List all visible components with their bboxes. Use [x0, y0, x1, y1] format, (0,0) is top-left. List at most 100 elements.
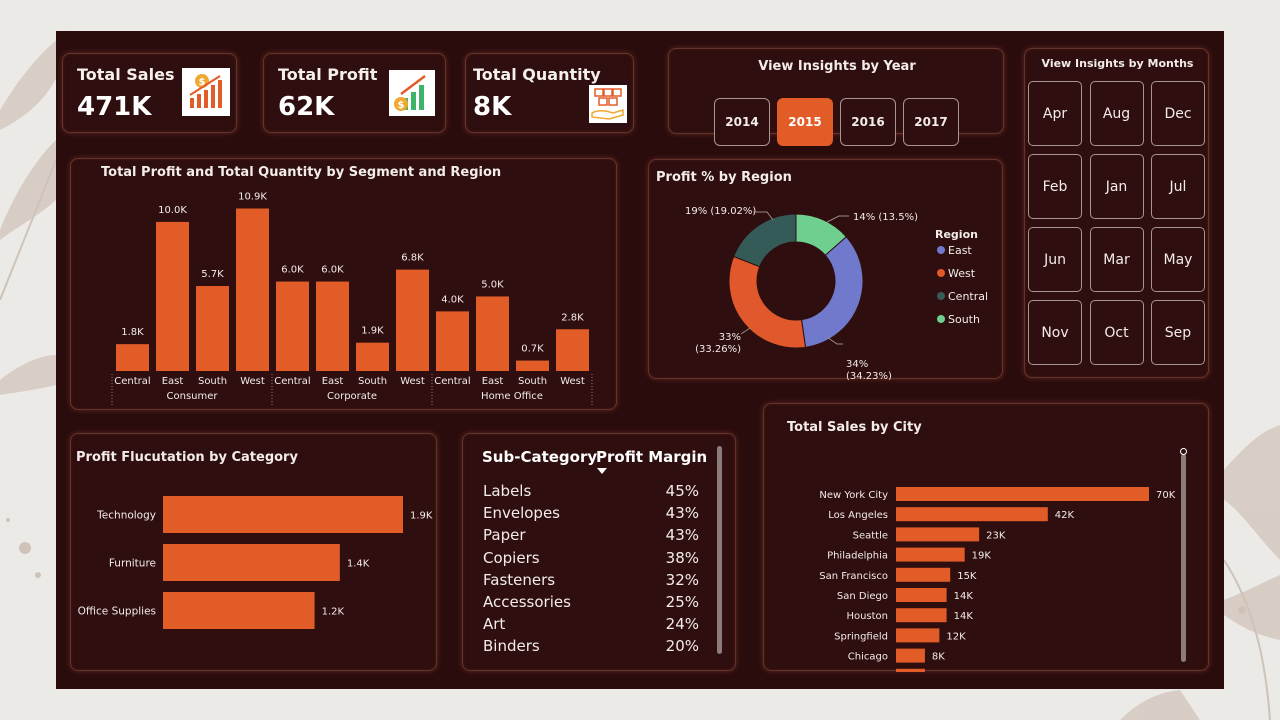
segment-bar[interactable]: [516, 360, 549, 371]
year-button-2017[interactable]: 2017: [903, 98, 959, 146]
segment-bar-label: 6.0K: [281, 265, 304, 276]
month-button-apr[interactable]: Apr: [1028, 81, 1082, 146]
legend-item-south[interactable]: South: [948, 313, 980, 326]
region-tick-label: South: [198, 376, 227, 387]
legend-dot-west: [937, 269, 945, 277]
city-value-label: 15K: [957, 571, 977, 582]
segment-region-chart-panel: Total Profit and Total Quantity by Segme…: [70, 158, 617, 410]
category-label: Furniture: [109, 558, 156, 570]
city-bar[interactable]: [896, 608, 947, 623]
category-bar[interactable]: [163, 544, 340, 581]
donut-slice-central[interactable]: [733, 213, 797, 268]
donut-slice-east[interactable]: [800, 235, 864, 348]
table-row[interactable]: Art 24%: [483, 615, 699, 637]
segment-bar[interactable]: [356, 342, 389, 371]
city-label: Seattle: [853, 530, 888, 541]
boxes-hand-icon: [589, 85, 627, 123]
legend-item-east[interactable]: East: [948, 244, 972, 257]
segment-bar[interactable]: [156, 221, 189, 371]
table-scrollbar[interactable]: [717, 446, 722, 654]
donut-leader-line: [826, 215, 849, 223]
table-row[interactable]: Paper 43%: [483, 526, 699, 548]
legend-title: Region: [935, 228, 978, 241]
city-bar[interactable]: [896, 588, 947, 602]
subcategory-name: Paper: [483, 526, 526, 545]
legend-item-central[interactable]: Central: [948, 290, 988, 303]
table-row[interactable]: Accessories 25%: [483, 593, 699, 615]
table-row[interactable]: Copiers 38%: [483, 549, 699, 571]
legend-item-west[interactable]: West: [948, 267, 976, 280]
city-bar[interactable]: [896, 507, 1048, 522]
segment-bar[interactable]: [436, 311, 469, 371]
subcategory-name: Envelopes: [483, 504, 560, 523]
subcategory-table: Sub-Category Profit Margin Labels 45% Enve…: [462, 433, 736, 671]
month-slicer: View Insights by Months Apr Aug Dec Feb Jan J…: [1024, 48, 1209, 378]
region-tick-label: East: [322, 376, 344, 387]
table-row[interactable]: Binders 20%: [483, 637, 699, 659]
month-button-mar[interactable]: Mar: [1089, 227, 1144, 292]
profit-margin-value: 38%: [665, 548, 699, 567]
city-value-label: 19K: [972, 551, 992, 562]
month-button-may[interactable]: May: [1151, 227, 1205, 292]
segment-bar-label: 2.8K: [561, 312, 584, 323]
segment-region-bar-chart: 1.8K Central 10.0K East 5.7K South 10.9K West 6.…: [111, 191, 593, 407]
segment-bar-label: 5.0K: [481, 279, 504, 290]
city-bar[interactable]: [896, 567, 951, 582]
month-button-dec[interactable]: Dec: [1151, 81, 1205, 146]
segment-bar[interactable]: [116, 344, 149, 371]
region-tick-label: Central: [274, 376, 310, 387]
legend-dot-south: [937, 315, 945, 323]
month-slicer-title: View Insights by Months: [1041, 57, 1194, 70]
segment-bar[interactable]: [476, 296, 509, 371]
profit-margin-value: 20%: [665, 637, 699, 656]
city-value-label: 70K: [1156, 490, 1176, 501]
city-bar[interactable]: [896, 648, 925, 663]
category-bar[interactable]: [163, 496, 403, 533]
segment-bar[interactable]: [396, 269, 429, 371]
city-value-label: 12K: [946, 631, 966, 642]
month-button-sep[interactable]: Sep: [1151, 300, 1205, 365]
category-value-label: 1.4K: [347, 559, 370, 570]
month-button-jun[interactable]: Jun: [1028, 227, 1082, 292]
table-row[interactable]: Fasteners 32%: [483, 571, 699, 593]
table-header-subcategory[interactable]: Sub-Category: [482, 448, 597, 466]
month-button-aug[interactable]: Aug: [1089, 81, 1144, 146]
city-bar[interactable]: [896, 487, 1149, 501]
profit-margin-value: 32%: [665, 570, 699, 589]
month-button-feb[interactable]: Feb: [1028, 154, 1082, 219]
year-button-2016[interactable]: 2016: [840, 98, 896, 146]
city-chart-scrollbar[interactable]: [1181, 454, 1186, 662]
segment-bar[interactable]: [556, 329, 589, 371]
table-row[interactable]: Envelopes 43%: [483, 504, 699, 526]
segment-bar[interactable]: [196, 286, 229, 371]
year-button-2015[interactable]: 2015: [777, 98, 833, 146]
segment-bar-label: 6.0K: [321, 265, 344, 276]
city-bar[interactable]: [896, 547, 965, 562]
month-button-nov[interactable]: Nov: [1028, 300, 1082, 365]
city-label: Springfield: [834, 631, 888, 642]
month-button-jan[interactable]: Jan: [1089, 154, 1144, 219]
segment-bar[interactable]: [276, 281, 309, 371]
kpi-total-profit: Total Profit 62K $: [263, 53, 446, 133]
year-slicer-title: View Insights by Year: [758, 59, 916, 74]
month-button-oct[interactable]: Oct: [1089, 300, 1144, 365]
city-bar[interactable]: [896, 668, 925, 672]
sort-desc-icon[interactable]: [597, 468, 607, 474]
scroll-handle-icon[interactable]: [1180, 448, 1187, 455]
city-bar[interactable]: [896, 628, 940, 643]
segment-bar[interactable]: [236, 208, 269, 371]
profit-region-donut-chart: 34%(34.23%) 33%(33.26%) 19% (19.02%) 14% (1…: [685, 206, 988, 380]
city-bar[interactable]: [896, 527, 980, 542]
category-label: Technology: [96, 510, 156, 522]
sales-chart-icon: $: [182, 68, 230, 116]
table-row[interactable]: Labels 45%: [483, 482, 699, 504]
segment-bar[interactable]: [316, 281, 349, 371]
profit-region-chart-panel: Profit % by Region 34% (34.23%) 33% (33.26%…: [648, 159, 1003, 380]
category-bar[interactable]: [163, 592, 315, 629]
city-sales-chart-panel: Total Sales by City New York City 70K Los …: [763, 403, 1209, 672]
month-button-jul[interactable]: Jul: [1151, 154, 1205, 219]
donut-data-label: 34%: [846, 359, 868, 370]
year-button-2014[interactable]: 2014: [714, 98, 770, 146]
table-header-profit-margin[interactable]: Profit Margin: [596, 448, 707, 466]
profit-margin-value: 43%: [665, 526, 699, 545]
